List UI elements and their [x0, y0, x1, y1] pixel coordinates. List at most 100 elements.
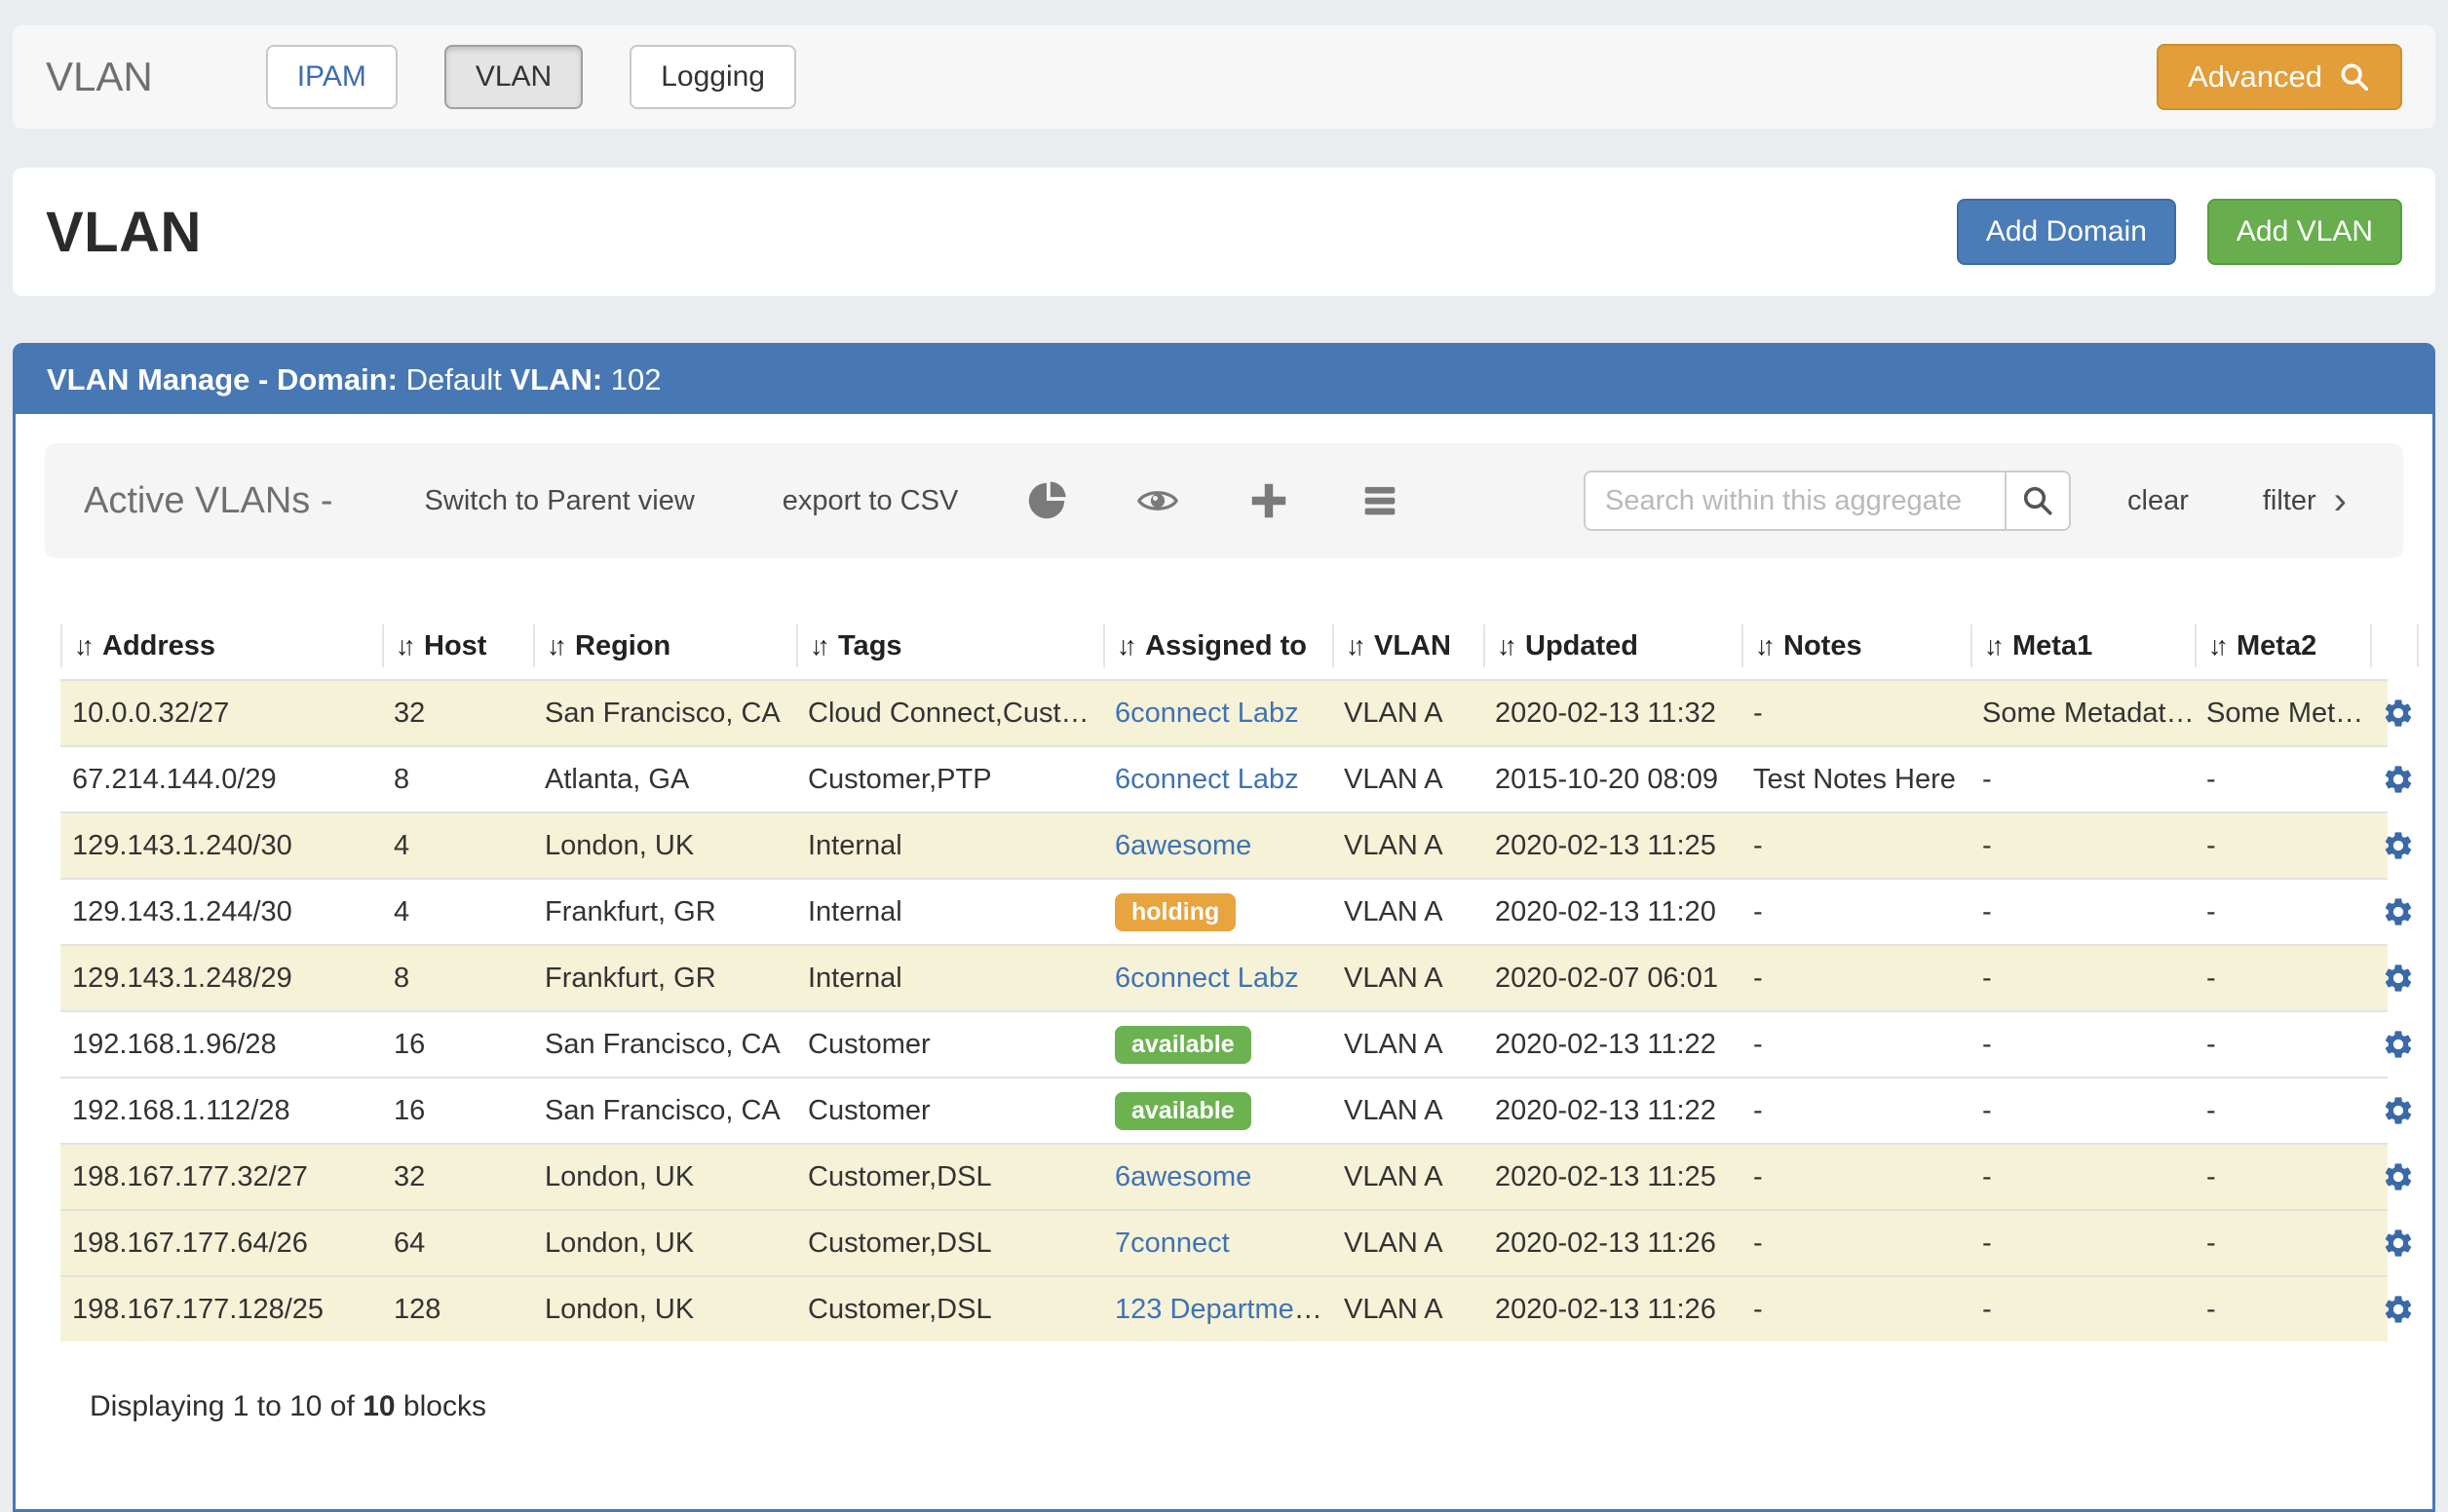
- status-badge[interactable]: available: [1115, 1092, 1251, 1130]
- cell-meta2: -: [2195, 1294, 2370, 1326]
- cell-meta2: -: [2195, 963, 2370, 995]
- row-settings-gear-icon[interactable]: [2382, 1092, 2415, 1129]
- search-submit-button[interactable]: [2005, 472, 2069, 529]
- table-row: 198.167.177.64/2664London, UKCustomer,DS…: [60, 1209, 2388, 1275]
- cell-meta2: -: [2195, 1095, 2370, 1127]
- column-header-region[interactable]: ↓↑Region: [533, 624, 796, 667]
- cell-actions: [2370, 1026, 2419, 1063]
- cell-host: 16: [382, 1029, 533, 1061]
- pie-chart-icon[interactable]: [1024, 478, 1069, 523]
- tab-ipam[interactable]: IPAM: [266, 45, 398, 109]
- cell-actions: [2370, 1225, 2419, 1262]
- cell-assigned: 6awesome: [1103, 830, 1332, 862]
- sort-icon: ↓↑: [1984, 631, 1999, 662]
- column-header-meta2[interactable]: ↓↑ Meta2: [2195, 624, 2370, 667]
- cell-updated: 2020-02-13 11:26: [1483, 1294, 1741, 1326]
- clear-link[interactable]: clear: [2127, 485, 2189, 517]
- column-header-tags[interactable]: ↓↑Tags: [796, 624, 1103, 667]
- cell-updated: 2020-02-13 11:32: [1483, 698, 1741, 730]
- table-row: 10.0.0.32/2732San Francisco, CACloud Con…: [60, 679, 2388, 745]
- row-settings-gear-icon[interactable]: [2382, 1291, 2415, 1328]
- column-header-address[interactable]: ↓↑Address: [60, 624, 382, 667]
- row-settings-gear-icon[interactable]: [2382, 1225, 2415, 1262]
- column-header-updated[interactable]: ↓↑Updated: [1483, 624, 1741, 667]
- cell-host: 8: [382, 764, 533, 796]
- cell-meta2: -: [2195, 1228, 2370, 1260]
- column-header-notes[interactable]: ↓↑Notes: [1741, 624, 1970, 667]
- column-header-vlan[interactable]: ↓↑VLAN: [1332, 624, 1483, 667]
- app-label: VLAN: [46, 54, 153, 100]
- add-vlan-button[interactable]: Add VLAN: [2207, 199, 2402, 265]
- row-settings-gear-icon[interactable]: [2382, 960, 2415, 997]
- eye-icon[interactable]: [1135, 478, 1180, 523]
- cell-address: 198.167.177.128/25: [60, 1294, 382, 1326]
- assigned-link[interactable]: 7connect: [1115, 1228, 1230, 1259]
- footer-prefix: Displaying 1 to 10 of: [90, 1390, 355, 1422]
- cell-meta1: -: [1970, 1161, 2195, 1193]
- cell-updated: 2015-10-20 08:09: [1483, 764, 1741, 796]
- cell-address: 129.143.1.240/30: [60, 830, 382, 862]
- assigned-link[interactable]: 6awesome: [1115, 1161, 1251, 1192]
- cell-assigned: 6awesome: [1103, 1161, 1332, 1193]
- status-badge[interactable]: holding: [1115, 893, 1236, 931]
- column-header-label: Assigned to: [1145, 630, 1307, 662]
- tab-logging[interactable]: Logging: [630, 45, 796, 109]
- row-settings-gear-icon[interactable]: [2382, 893, 2415, 930]
- assigned-link[interactable]: 123 Department: [1115, 1294, 1322, 1325]
- cell-meta2: -: [2195, 896, 2370, 928]
- cell-address: 129.143.1.248/29: [60, 963, 382, 995]
- add-domain-button[interactable]: Add Domain: [1957, 199, 2176, 265]
- cell-notes: -: [1741, 963, 1970, 995]
- cell-notes: -: [1741, 830, 1970, 862]
- footer-suffix: blocks: [403, 1390, 486, 1422]
- column-header-label: Host: [424, 630, 486, 662]
- cell-host: 32: [382, 698, 533, 730]
- cell-updated: 2020-02-13 11:25: [1483, 1161, 1741, 1193]
- search-input[interactable]: [1586, 472, 2005, 529]
- panel-title-bar: VLAN Manage - Domain: Default VLAN: 102: [16, 346, 2432, 414]
- row-settings-gear-icon[interactable]: [2382, 1026, 2415, 1063]
- cell-meta1: -: [1970, 896, 2195, 928]
- table-header-row: ↓↑Address↓↑Host↓↑Region↓↑Tags↓↑Assigned …: [60, 613, 2388, 679]
- status-badge[interactable]: available: [1115, 1026, 1251, 1064]
- row-settings-gear-icon[interactable]: [2382, 761, 2415, 798]
- row-settings-gear-icon[interactable]: [2382, 827, 2415, 864]
- cell-vlan: VLAN A: [1332, 1161, 1483, 1193]
- advanced-search-button[interactable]: Advanced: [2157, 44, 2402, 110]
- column-header-actions: [2370, 624, 2419, 667]
- export-csv-link[interactable]: export to CSV: [783, 485, 959, 517]
- cell-tags: Customer,PTP: [796, 764, 1103, 796]
- row-settings-gear-icon[interactable]: [2382, 1158, 2415, 1195]
- switch-parent-view-link[interactable]: Switch to Parent view: [425, 485, 695, 517]
- cell-tags: Internal: [796, 896, 1103, 928]
- cell-assigned: 6connect Labz: [1103, 764, 1332, 796]
- table-row: 129.143.1.248/298Frankfurt, GRInternal6c…: [60, 944, 2388, 1010]
- table-row: 192.168.1.96/2816San Francisco, CACustom…: [60, 1010, 2388, 1077]
- menu-icon[interactable]: [1358, 478, 1402, 523]
- row-settings-gear-icon[interactable]: [2382, 695, 2415, 732]
- sort-icon: ↓↑: [1117, 631, 1131, 662]
- assigned-link[interactable]: 6connect Labz: [1115, 764, 1299, 795]
- panel-body: Active VLANs - Switch to Parent view exp…: [16, 414, 2432, 1423]
- nav-tabs: IPAM VLAN Logging: [266, 45, 796, 109]
- cell-meta1: -: [1970, 1294, 2195, 1326]
- plus-icon[interactable]: [1246, 478, 1291, 523]
- column-header-host[interactable]: ↓↑Host: [382, 624, 533, 667]
- column-header-meta1[interactable]: ↓↑Meta1: [1970, 624, 2195, 667]
- cell-tags: Customer,DSL: [796, 1161, 1103, 1193]
- sort-icon: ↓↑: [1346, 631, 1360, 662]
- filter-link[interactable]: filter ›: [2263, 481, 2347, 520]
- assigned-link[interactable]: 6connect Labz: [1115, 963, 1299, 994]
- page-actions: Add Domain Add VLAN: [1957, 199, 2402, 265]
- cell-tags: Customer,DSL: [796, 1294, 1103, 1326]
- assigned-link[interactable]: 6awesome: [1115, 830, 1251, 861]
- tab-vlan[interactable]: VLAN: [444, 45, 583, 109]
- assigned-link[interactable]: 6connect Labz: [1115, 698, 1299, 729]
- sort-icon: ↓↑: [2208, 631, 2223, 662]
- column-header-assigned-to[interactable]: ↓↑ Assigned to: [1103, 624, 1332, 667]
- cell-region: Atlanta, GA: [533, 764, 796, 796]
- cell-meta1: -: [1970, 963, 2195, 995]
- cell-assigned: 7connect: [1103, 1228, 1332, 1260]
- cell-notes: -: [1741, 1294, 1970, 1326]
- column-header-label: Meta2: [2237, 630, 2316, 662]
